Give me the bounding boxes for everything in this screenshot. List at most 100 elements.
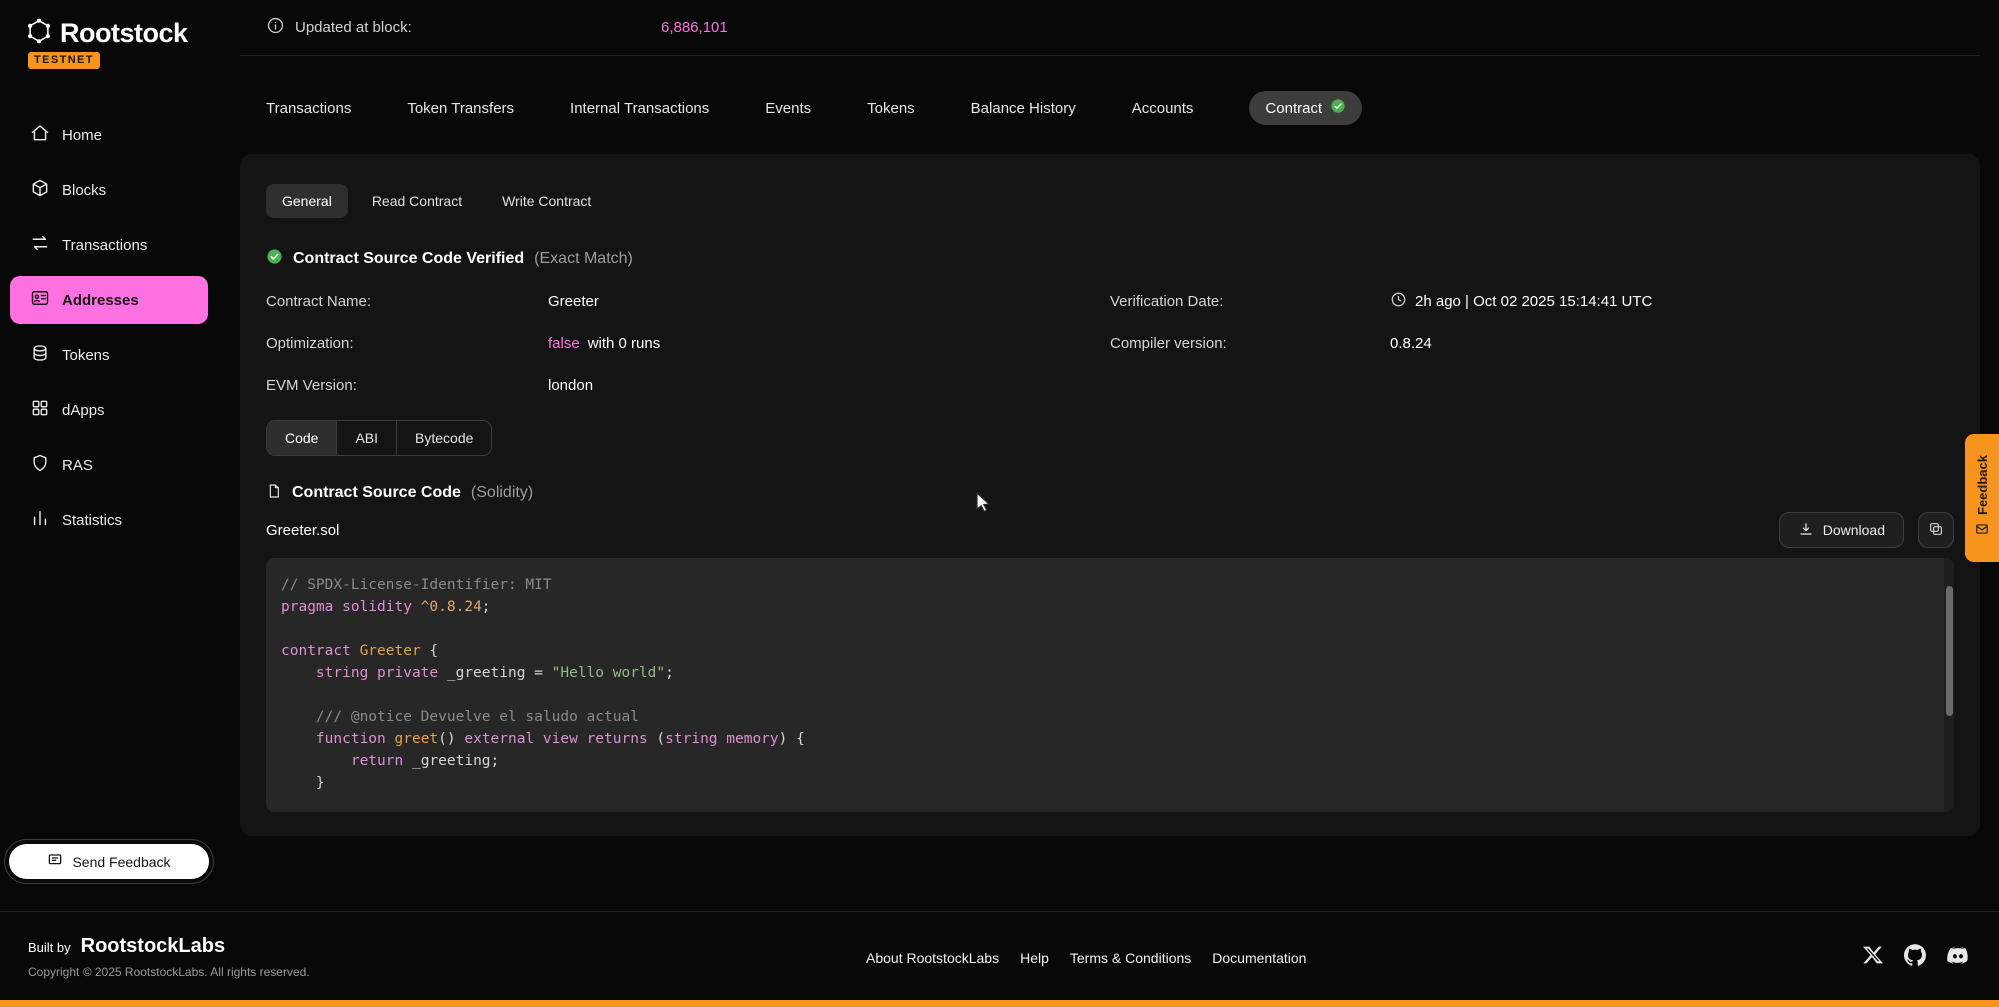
sidebar-item-blocks[interactable]: Blocks (10, 166, 208, 214)
x-twitter-icon[interactable] (1863, 945, 1883, 965)
tab-token-transfers[interactable]: Token Transfers (407, 100, 514, 117)
optimization-rest: with 0 runs (588, 335, 661, 352)
tab-internal-transactions[interactable]: Internal Transactions (570, 100, 709, 117)
sidebar-item-addresses[interactable]: Addresses (10, 276, 208, 324)
footer-link-about[interactable]: About RootstockLabs (866, 950, 999, 966)
send-feedback-button[interactable]: Send Feedback (9, 844, 209, 879)
sidebar-item-label: Blocks (62, 182, 106, 199)
sidebar-nav: Home Blocks Transactions Addresses Token… (10, 111, 208, 544)
sidebar-item-dapps[interactable]: dApps (10, 386, 208, 434)
subtab-general[interactable]: General (266, 184, 348, 218)
updated-at-block-label: Updated at block: (295, 19, 412, 36)
verified-title: Contract Source Code Verified (293, 250, 524, 268)
contract-name-value: Greeter (548, 280, 1110, 322)
brand-name: Rootstock (60, 18, 188, 49)
sidebar-item-label: Transactions (62, 237, 147, 254)
rootstock-logo[interactable]: Rootstock (26, 18, 188, 49)
home-icon (30, 123, 50, 147)
download-icon (1798, 521, 1814, 540)
verified-suffix: (Exact Match) (534, 250, 633, 268)
sidebar-item-transactions[interactable]: Transactions (10, 221, 208, 269)
footer-link-documentation[interactable]: Documentation (1212, 950, 1306, 966)
sidebar: Rootstock TESTNET Home Blocks Transactio… (0, 0, 217, 911)
subtab-write-contract[interactable]: Write Contract (486, 184, 607, 218)
sidebar-item-label: Home (62, 127, 102, 144)
bottom-accent-bar (0, 1000, 1999, 1007)
sidebar-item-statistics[interactable]: Statistics (10, 496, 208, 544)
compiler-version-label: Compiler version: (1110, 322, 1390, 364)
block-number-link[interactable]: 6,886,101 (661, 19, 728, 36)
contract-fields: Contract Name: Greeter Verification Date… (266, 280, 1954, 406)
tab-events[interactable]: Events (765, 100, 811, 117)
sidebar-item-label: dApps (62, 402, 105, 419)
rootstock-logo-icon (26, 18, 52, 49)
ras-icon (30, 453, 50, 477)
discord-icon[interactable] (1947, 944, 1969, 966)
statistics-icon (30, 508, 50, 532)
source-code-block: // SPDX-License-Identifier: MITpragma so… (266, 558, 1954, 812)
empty-cell (1390, 364, 1954, 406)
verification-date-text: 2h ago | Oct 02 2025 15:14:41 UTC (1415, 293, 1652, 310)
empty-cell (1110, 364, 1390, 406)
verification-date-value: 2h ago | Oct 02 2025 15:14:41 UTC (1390, 280, 1954, 322)
dapps-icon (30, 398, 50, 422)
updated-at-block-bar: Updated at block: 6,886,101 (240, 0, 1980, 56)
document-icon (266, 483, 282, 504)
optimization-value: false with 0 runs (548, 322, 1110, 364)
source-code-language: (Solidity) (471, 484, 533, 502)
page: Rootstock TESTNET Home Blocks Transactio… (0, 0, 1999, 1007)
source-code-heading: Contract Source Code (Solidity) (266, 482, 1954, 504)
verification-date-label: Verification Date: (1110, 280, 1390, 322)
copy-code-button[interactable] (1918, 512, 1954, 548)
tab-tokens[interactable]: Tokens (867, 100, 915, 117)
built-by-label: Built by (28, 940, 71, 955)
footer-brand-block: Built by RootstockLabs Copyright © 2025 … (28, 935, 310, 979)
evm-version-value: london (548, 364, 1110, 406)
tab-contract[interactable]: Contract (1249, 91, 1362, 125)
contract-name-label: Contract Name: (266, 280, 548, 322)
subtab-read-contract[interactable]: Read Contract (356, 184, 478, 218)
compiler-version-value: 0.8.24 (1390, 322, 1954, 364)
tab-balance-history[interactable]: Balance History (971, 100, 1076, 117)
verified-check-icon (1330, 98, 1346, 118)
clock-icon (1390, 291, 1407, 312)
feedback-side-tab[interactable]: Feedback (1965, 434, 1999, 562)
code-scrollbar-thumb[interactable] (1946, 586, 1953, 716)
optimization-label: Optimization: (266, 322, 548, 364)
testnet-badge: TESTNET (28, 52, 100, 69)
code-view-code[interactable]: Code (267, 421, 337, 455)
tab-contract-label: Contract (1265, 100, 1322, 117)
download-button[interactable]: Download (1779, 512, 1904, 548)
code-view-bytecode[interactable]: Bytecode (397, 421, 491, 455)
footer-social (1863, 944, 1969, 966)
code-view-switcher: Code ABI Bytecode (266, 420, 492, 456)
sidebar-item-home[interactable]: Home (10, 111, 208, 159)
tokens-icon (30, 343, 50, 367)
feedback-side-tab-label: Feedback (1975, 455, 1990, 515)
tab-accounts[interactable]: Accounts (1132, 100, 1194, 117)
feedback-message-icon (47, 852, 63, 871)
address-tabs: Transactions Token Transfers Internal Tr… (240, 86, 1980, 130)
sidebar-item-tokens[interactable]: Tokens (10, 331, 208, 379)
tab-transactions[interactable]: Transactions (266, 100, 351, 117)
info-icon (266, 16, 285, 39)
download-label: Download (1823, 522, 1885, 538)
footer-brand-name[interactable]: RootstockLabs (81, 935, 225, 958)
footer-links: About RootstockLabs Help Terms & Conditi… (866, 950, 1306, 966)
code-view-abi[interactable]: ABI (337, 421, 397, 455)
github-icon[interactable] (1904, 944, 1926, 966)
footer-link-help[interactable]: Help (1020, 950, 1049, 966)
verified-heading: Contract Source Code Verified (Exact Mat… (266, 248, 1954, 270)
evm-version-label: EVM Version: (266, 364, 548, 406)
sidebar-item-label: Addresses (62, 292, 139, 309)
file-name: Greeter.sol (266, 522, 339, 539)
main-content: Updated at block: 6,886,101 Transactions… (240, 0, 1980, 836)
addresses-icon (30, 288, 50, 312)
transactions-icon (30, 233, 50, 257)
sidebar-item-ras[interactable]: RAS (10, 441, 208, 489)
footer-link-terms[interactable]: Terms & Conditions (1070, 950, 1191, 966)
file-row: Greeter.sol Download (266, 510, 1954, 550)
contract-subtabs: General Read Contract Write Contract (266, 184, 1954, 218)
optimization-flag: false (548, 335, 580, 352)
sidebar-item-label: Statistics (62, 512, 122, 529)
